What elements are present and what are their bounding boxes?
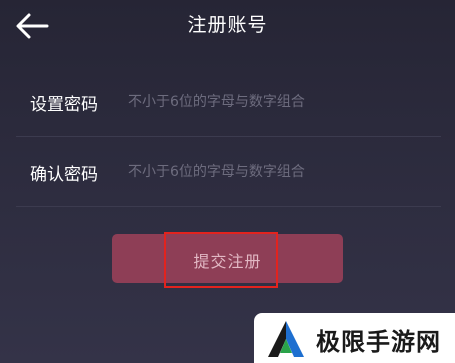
confirm-password-label: 确认密码 — [30, 165, 98, 185]
watermark-text: 极限手游网 — [316, 328, 441, 356]
set-password-row: 设置密码 — [16, 68, 441, 137]
set-password-label: 设置密码 — [30, 95, 98, 115]
site-logo-icon — [268, 321, 304, 357]
set-password-input[interactable] — [126, 86, 430, 118]
top-bar: 注册账号 — [0, 0, 455, 52]
confirm-password-row: 确认密码 — [16, 138, 441, 207]
confirm-password-input[interactable] — [126, 156, 430, 188]
page-title: 注册账号 — [187, 14, 268, 36]
watermark: 极限手游网 — [254, 313, 455, 363]
highlight-box — [164, 232, 278, 288]
